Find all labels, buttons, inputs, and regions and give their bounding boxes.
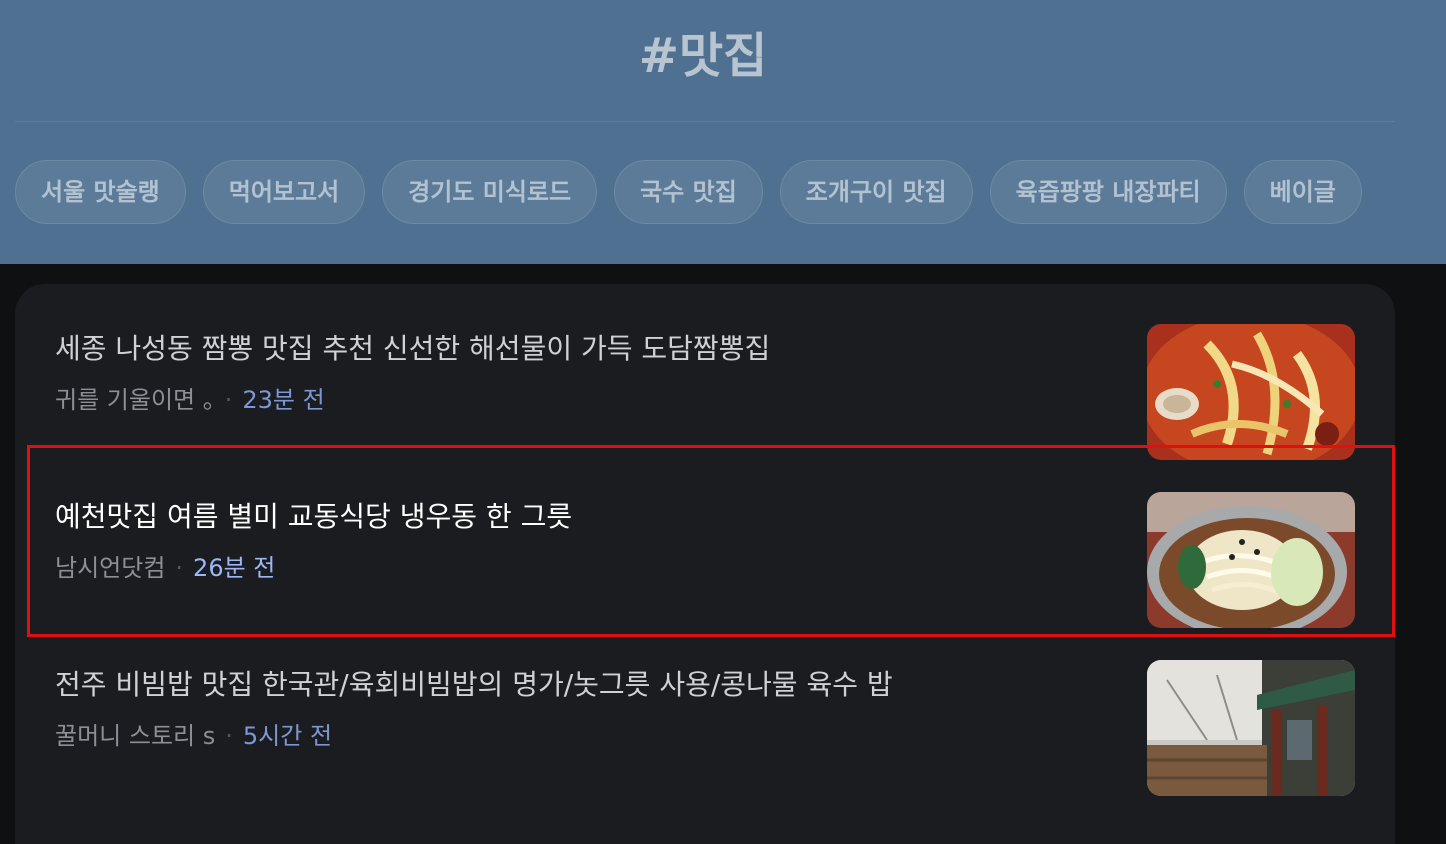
separator-dot: ·	[224, 386, 233, 414]
article-title[interactable]: 세종 나성동 짬뽕 맛집 추천 신선한 해선물이 가득 도담짬뽕집	[55, 327, 770, 367]
tag-chip[interactable]: 서울 맛술랭	[15, 160, 186, 224]
tag-chip[interactable]: 먹어보고서	[202, 160, 366, 224]
page-title: #맛집	[638, 28, 768, 84]
header: #맛집 서울 맛술랭 먹어보고서 경기도 미식로드 국수 맛집 조개구이 맛집 육즙팡팡 …	[0, 0, 1446, 264]
restaurant-exterior-photo-icon[interactable]	[1147, 660, 1355, 796]
tag-chip[interactable]: 국수 맛집	[614, 160, 763, 224]
article-meta: 귀를 기울이면 。 · 23분 전	[55, 380, 325, 415]
tag-chip[interactable]: 육즙팡팡 내장파티	[989, 160, 1227, 224]
selection-highlight	[27, 445, 1395, 637]
article-source: 꿀머니 스토리 s	[55, 722, 216, 750]
tag-chip[interactable]: 경기도 미식로드	[382, 160, 598, 224]
tag-chip[interactable]: 베이글	[1243, 160, 1362, 224]
tag-chip-list: 서울 맛술랭 먹어보고서 경기도 미식로드 국수 맛집 조개구이 맛집 육즙팡팡 내장파티…	[15, 160, 1395, 224]
header-divider	[15, 121, 1395, 122]
article-time: 5시간 전	[242, 722, 333, 750]
article-item[interactable]: 전주 비빔밥 맛집 한국관/육회비빔밥의 명가/놋그릇 사용/콩나물 육수 밥 …	[15, 620, 1395, 796]
separator-dot: ·	[225, 722, 233, 750]
article-title[interactable]: 전주 비빔밥 맛집 한국관/육회비빔밥의 명가/놋그릇 사용/콩나물 육수 밥	[55, 663, 893, 703]
article-item[interactable]: 세종 나성동 짬뽕 맛집 추천 신선한 해선물이 가득 도담짬뽕집 귀를 기울이…	[15, 284, 1395, 460]
jjamppong-photo-icon[interactable]	[1147, 324, 1355, 460]
article-meta: 꿀머니 스토리 s · 5시간 전	[55, 716, 332, 751]
article-time: 23분 전	[242, 386, 325, 414]
article-source: 귀를 기울이면 。	[55, 386, 215, 414]
tag-chip[interactable]: 조개구이 맛집	[779, 160, 973, 224]
